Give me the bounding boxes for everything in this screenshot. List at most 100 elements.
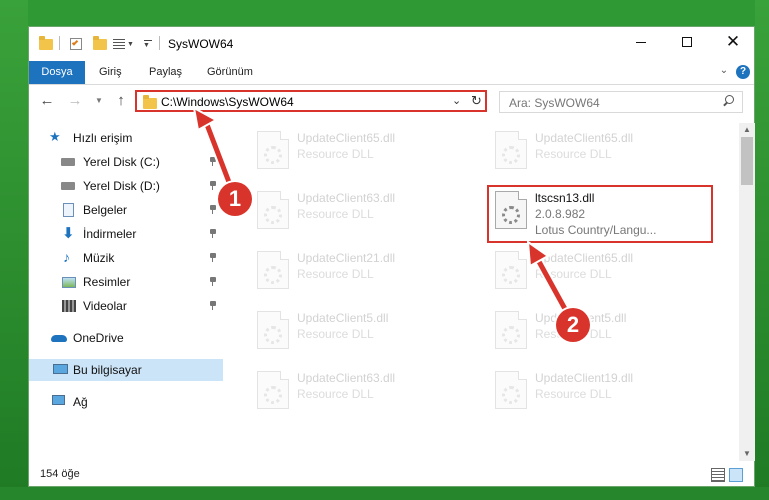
dll-file-icon (257, 311, 289, 349)
drive-icon (61, 182, 75, 190)
navigation-bar: ← → ▼ ↑ C:\Windows\SysWOW64 ⌄ ↻ Ara: Sys… (29, 85, 754, 117)
pictures-icon (62, 277, 76, 288)
pin-icon[interactable] (209, 301, 217, 310)
gear-icon (264, 266, 282, 284)
forward-button[interactable]: → (65, 91, 85, 111)
desktop-background-bottom (0, 487, 769, 500)
sidebar-item-label: Yerel Disk (C:) (83, 155, 160, 169)
sidebar-item-network[interactable]: Ağ (29, 391, 223, 413)
file-description: Resource DLL (297, 387, 374, 401)
sidebar-item-label: Resimler (83, 275, 131, 289)
sidebar-item-this-pc[interactable]: Bu bilgisayar (29, 359, 223, 381)
file-explorer-window: ▼ ▼ SysWOW64 ✕ Dosya Giriş Paylaş Görünü… (28, 26, 755, 487)
pin-icon[interactable] (209, 205, 217, 214)
sidebar-item-label: Hızlı erişim (73, 131, 133, 145)
gear-icon (264, 206, 282, 224)
sidebar-item-quick-access[interactable]: ★ Hızlı erişim (29, 127, 223, 149)
item-count: 154 öğe (40, 468, 80, 480)
gear-icon (264, 146, 282, 164)
pin-icon[interactable] (209, 277, 217, 286)
file-description: Resource DLL (535, 387, 612, 401)
music-icon: ♪ (63, 249, 70, 265)
file-description: Resource DLL (535, 267, 612, 281)
refresh-icon[interactable]: ↻ (471, 93, 485, 109)
file-item[interactable]: UpdateClient65.dll Resource DLL (487, 127, 707, 177)
desktop-background-right (755, 0, 769, 500)
close-button[interactable]: ✕ (710, 27, 756, 57)
help-icon[interactable]: ? (736, 65, 750, 79)
up-button[interactable]: ↑ (111, 91, 131, 111)
gear-icon (502, 386, 520, 404)
dll-file-icon (495, 251, 527, 289)
address-path: C:\Windows\SysWOW64 (161, 95, 294, 109)
view-options-icon[interactable]: ▼ (113, 35, 135, 53)
gear-icon (502, 266, 520, 284)
tab-file[interactable]: Dosya (29, 61, 85, 84)
sidebar-item-disk-c[interactable]: Yerel Disk (C:) (29, 151, 223, 173)
file-item[interactable]: UpdateClient63.dll Resource DLL (249, 367, 469, 417)
sidebar-item-disk-d[interactable]: Yerel Disk (D:) (29, 175, 223, 197)
sidebar-item-documents[interactable]: Belgeler (29, 199, 223, 221)
pin-icon[interactable] (209, 157, 217, 166)
file-name: UpdateClient19.dll (535, 371, 634, 385)
file-item[interactable]: UpdateClient65.dll Resource DLL (249, 127, 469, 177)
sidebar-item-label: Müzik (83, 251, 115, 265)
folder-icon (143, 95, 157, 109)
title-bar: ▼ ▼ SysWOW64 ✕ (29, 27, 754, 61)
network-icon (52, 395, 65, 405)
cloud-icon (51, 335, 67, 342)
window-title: SysWOW64 (168, 37, 234, 51)
file-description: Resource DLL (297, 327, 374, 341)
file-description: Resource DLL (297, 267, 374, 281)
pin-icon[interactable] (209, 229, 217, 238)
file-item[interactable]: UpdateClient19.dll Resource DLL (487, 367, 707, 417)
tiles-view-icon[interactable] (729, 468, 743, 482)
file-item[interactable]: UpdateClient21.dll Resource DLL (249, 247, 469, 297)
star-icon: ★ (49, 129, 61, 144)
tab-share[interactable]: Paylaş (137, 61, 194, 84)
sidebar-item-onedrive[interactable]: OneDrive (29, 327, 223, 349)
computer-icon (53, 364, 68, 374)
address-dropdown-icon[interactable]: ⌄ (452, 94, 461, 107)
search-icon[interactable] (722, 95, 734, 107)
search-input[interactable]: Ara: SysWOW64 (499, 91, 743, 113)
gear-icon (264, 326, 282, 344)
file-item[interactable]: UpdateClient63.dll Resource DLL (249, 187, 469, 237)
file-item[interactable]: UpdateClient5.dll Resource DLL (249, 307, 469, 357)
videos-icon (62, 300, 76, 312)
gear-icon (502, 326, 520, 344)
tab-view[interactable]: Görünüm (195, 61, 265, 84)
sidebar-item-pictures[interactable]: Resimler (29, 271, 223, 293)
scroll-up-icon[interactable]: ▲ (739, 123, 755, 137)
properties-icon[interactable] (69, 35, 83, 53)
address-bar[interactable]: C:\Windows\SysWOW64 ⌄ ↻ (135, 90, 487, 112)
back-button[interactable]: ← (37, 91, 57, 111)
pin-icon[interactable] (209, 253, 217, 262)
file-list: UpdateClient65.dll Resource DLL UpdateCl… (229, 119, 739, 459)
sidebar-item-downloads[interactable]: ⬇ İndirmeler (29, 223, 223, 245)
file-name: UpdateClient21.dll (297, 251, 396, 265)
step-1-badge: 1 (218, 182, 252, 216)
minimize-button[interactable] (618, 27, 664, 57)
tab-home[interactable]: Giriş (87, 61, 134, 84)
dll-file-icon (495, 311, 527, 349)
maximize-icon (682, 37, 692, 47)
file-name: UpdateClient63.dll (297, 191, 396, 205)
sidebar-item-label: Ağ (73, 395, 88, 409)
expand-ribbon-icon[interactable]: ⌄ (717, 65, 731, 79)
customize-quick-access-icon[interactable]: ▼ (143, 35, 153, 53)
sidebar-item-videos[interactable]: Videolar (29, 295, 223, 317)
file-item[interactable]: UpdateClient5.dll Resource DLL (487, 307, 707, 357)
file-item[interactable]: UpdateClient65.dll Resource DLL (487, 247, 707, 297)
pin-icon[interactable] (209, 181, 217, 190)
details-view-icon[interactable] (711, 468, 725, 482)
vertical-scrollbar[interactable]: ▲ ▼ (739, 123, 755, 461)
file-description: Resource DLL (535, 147, 612, 161)
recent-locations-icon[interactable]: ▼ (89, 91, 109, 111)
new-folder-icon[interactable] (93, 35, 107, 53)
sidebar-item-music[interactable]: ♪ Müzik (29, 247, 223, 269)
scroll-thumb[interactable] (741, 137, 753, 185)
file-description: Resource DLL (297, 147, 374, 161)
maximize-button[interactable] (664, 27, 710, 57)
scroll-down-icon[interactable]: ▼ (739, 447, 755, 461)
